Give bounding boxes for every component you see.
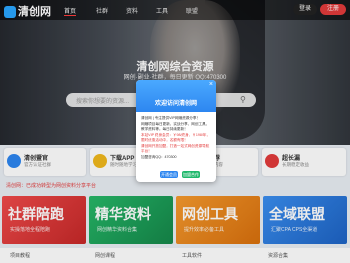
open-vip-button[interactable]: 开通会员 xyxy=(160,171,178,178)
welcome-modal: × 欢迎访问清创网 清创网 | 专注提供VIP网赚资源分享！ 网赚项目每日更新，… xyxy=(136,80,216,182)
modal-line: 清创网开放加盟，打造一站式网创资源导航平台！ xyxy=(141,144,210,153)
modal-title: 欢迎访问清创网 xyxy=(154,101,197,107)
join-partner-button[interactable]: 加盟合作 xyxy=(182,171,200,178)
modal-body: 清创网 | 专注提供VIP网赚资源分享！ 网赚项目每日更新，实战分享，网创工具，… xyxy=(141,116,212,161)
modal-header: × 欢迎访问清创网 xyxy=(136,80,216,112)
modal-line: 本站VIP 终身会员：￥98/终身，￥198/年，限时优惠活动中，名额有限！ xyxy=(141,133,211,142)
modal-line: 网赚项目每日更新，实战分享，网创工具，教学资料等。每日持续更新！ xyxy=(141,122,210,131)
close-icon[interactable]: × xyxy=(209,81,213,88)
modal-line: 加盟咨询QQ：470300 xyxy=(141,155,177,159)
modal-line: 清创网 | 专注提供VIP网赚资源分享！ xyxy=(141,116,201,120)
